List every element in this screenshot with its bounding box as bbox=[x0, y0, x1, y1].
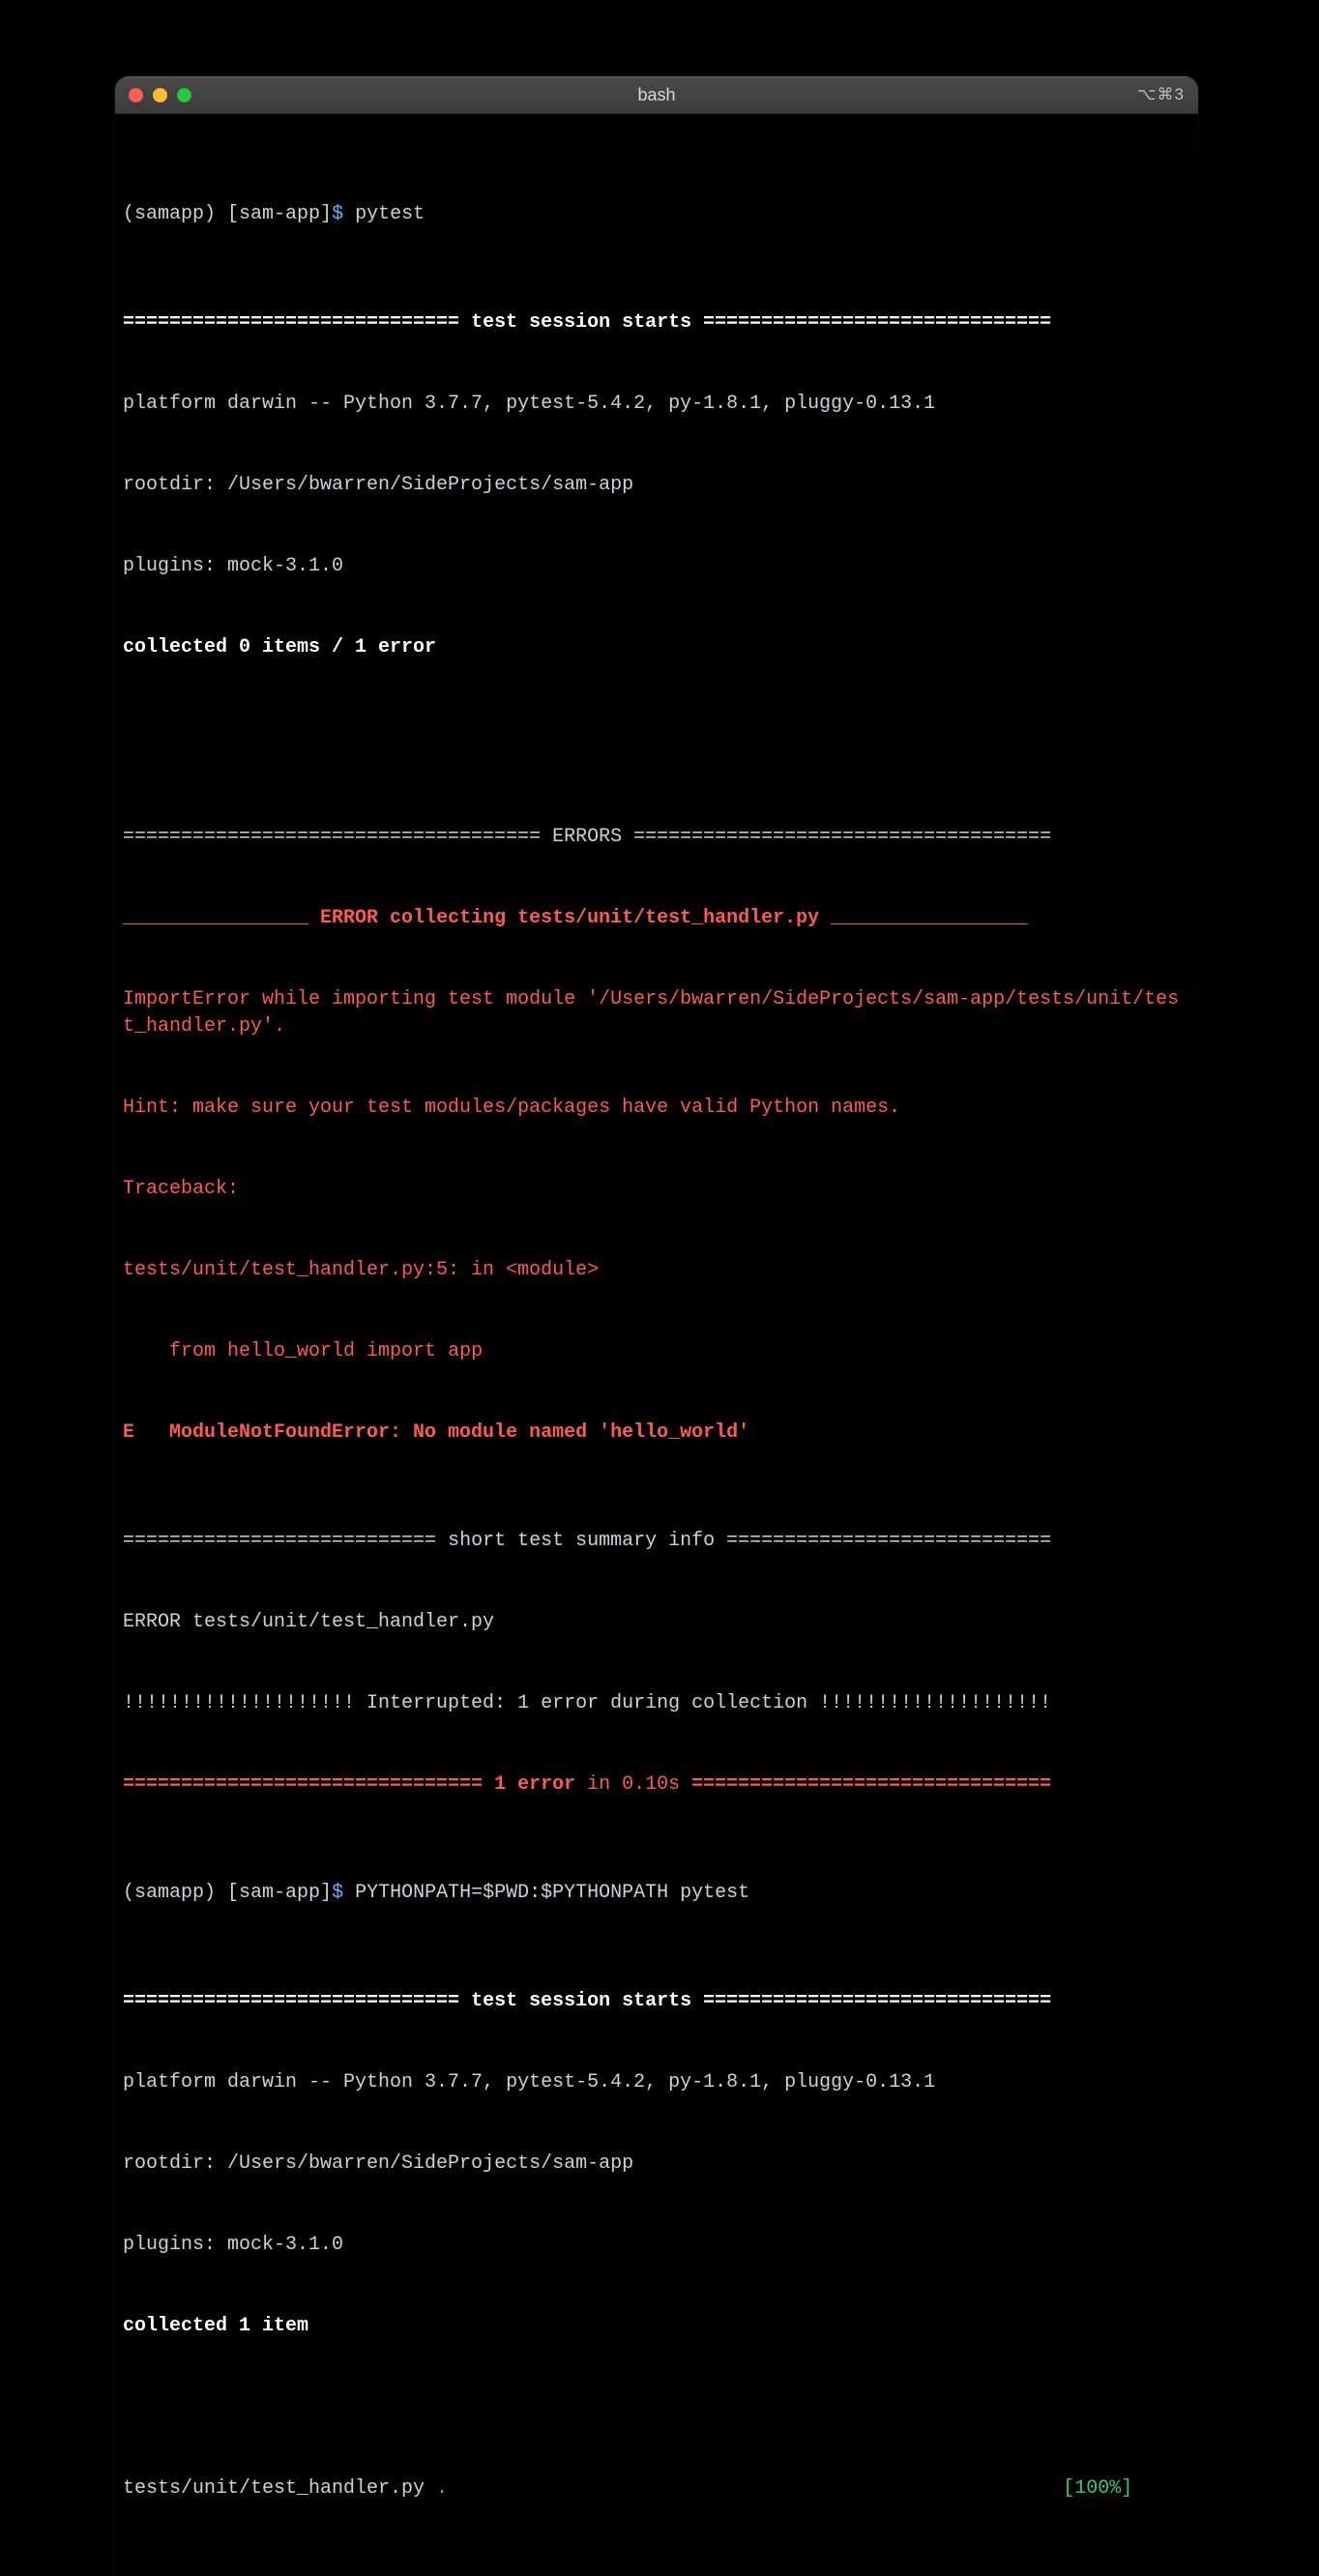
error-subheader: ________________ ERROR collecting tests/… bbox=[123, 905, 1190, 932]
rule-text: ERROR collecting tests/unit/test_handler… bbox=[320, 907, 819, 929]
summary-header: =========================== short test s… bbox=[123, 1528, 1190, 1555]
errors-header: ==================================== ERR… bbox=[123, 824, 1190, 851]
test-progress-line: tests/unit/test_handler.py . [100%] bbox=[123, 2475, 1190, 2503]
blank-line bbox=[123, 2557, 1190, 2576]
prompt-env: (samapp) bbox=[123, 203, 227, 225]
collected-line: collected 0 items / 1 error bbox=[123, 634, 1190, 661]
rule-right: _________________ bbox=[819, 907, 1028, 929]
error-line: Hint: make sure your test modules/packag… bbox=[123, 1095, 1190, 1122]
test-dot: . bbox=[436, 2477, 448, 2500]
rule-right: ==================================== bbox=[622, 826, 1051, 848]
rootdir-line: rootdir: /Users/bwarren/SideProjects/sam… bbox=[123, 2151, 1190, 2178]
prompt-line: (samapp) [sam-app]$ pytest bbox=[123, 201, 1190, 228]
command-text: PYTHONPATH=$PWD:$PYTHONPATH pytest bbox=[355, 1882, 749, 1904]
test-path: tests/unit/test_handler.py bbox=[123, 2477, 436, 2500]
rule-right: ============================== bbox=[691, 311, 1051, 334]
plugins-line: plugins: mock-3.1.0 bbox=[123, 553, 1190, 580]
rule-text: test session starts bbox=[471, 311, 691, 334]
plugins-line: plugins: mock-3.1.0 bbox=[123, 2232, 1190, 2259]
titlebar: bash ⌥⌘3 bbox=[115, 76, 1198, 114]
collected-line: collected 1 item bbox=[123, 2313, 1190, 2340]
close-icon[interactable] bbox=[129, 88, 143, 102]
rule-left: =============================== bbox=[123, 1773, 494, 1796]
rule-text: test session starts bbox=[471, 1990, 691, 2012]
session-header: ============================= test sessi… bbox=[123, 309, 1190, 337]
error-line: E ModuleNotFoundError: No module named '… bbox=[123, 1420, 1190, 1447]
window-controls bbox=[129, 88, 191, 102]
rule-left: ==================================== bbox=[123, 826, 552, 848]
rule-right: ============================== bbox=[691, 1990, 1051, 2012]
error-line: ImportError while importing test module … bbox=[123, 986, 1190, 1040]
command-text: pytest bbox=[355, 203, 425, 225]
prompt-line: (samapp) [sam-app]$ PYTHONPATH=$PWD:$PYT… bbox=[123, 1880, 1190, 1907]
test-pad bbox=[448, 2477, 1063, 2500]
prompt-sigil: $ bbox=[332, 203, 355, 225]
rule-left: ============================= bbox=[123, 311, 471, 334]
platform-line: platform darwin -- Python 3.7.7, pytest-… bbox=[123, 391, 1190, 418]
session-header: ============================= test sessi… bbox=[123, 1988, 1190, 2015]
zoom-icon[interactable] bbox=[177, 88, 191, 102]
rule-left: ________________ bbox=[123, 907, 320, 929]
blank-line bbox=[123, 2394, 1190, 2421]
interrupt-line: !!!!!!!!!!!!!!!!!!!! Interrupted: 1 erro… bbox=[123, 1690, 1190, 1717]
rule-text: short test summary info bbox=[448, 1530, 715, 1552]
rule-right: ============================ bbox=[715, 1530, 1051, 1552]
error-line: from hello_world import app bbox=[123, 1338, 1190, 1365]
summary-line: ERROR tests/unit/test_handler.py bbox=[123, 1609, 1190, 1636]
prompt-env: (samapp) bbox=[123, 1882, 227, 1904]
error-line: Traceback: bbox=[123, 1176, 1190, 1203]
rule-left: ============================= bbox=[123, 1990, 471, 2012]
terminal-output[interactable]: (samapp) [sam-app]$ pytest =============… bbox=[115, 114, 1198, 2576]
window-title: bash bbox=[115, 85, 1198, 105]
result-count: 1 error bbox=[494, 1773, 575, 1796]
platform-line: platform darwin -- Python 3.7.7, pytest-… bbox=[123, 2069, 1190, 2096]
result-line: =============================== 1 error … bbox=[123, 1771, 1190, 1799]
window-shortcut: ⌥⌘3 bbox=[1137, 85, 1185, 104]
result-time: in 0.10s bbox=[575, 1773, 680, 1796]
test-pct: [100%] bbox=[1063, 2477, 1132, 2500]
error-line: tests/unit/test_handler.py:5: in <module… bbox=[123, 1257, 1190, 1284]
rootdir-line: rootdir: /Users/bwarren/SideProjects/sam… bbox=[123, 472, 1190, 499]
blank-line bbox=[123, 716, 1190, 743]
rule-right: =============================== bbox=[680, 1773, 1051, 1796]
prompt-sigil: $ bbox=[332, 1882, 355, 1904]
terminal-window: bash ⌥⌘3 (samapp) [sam-app]$ pytest ====… bbox=[115, 76, 1198, 2576]
prompt-cwd: [sam-app] bbox=[227, 203, 332, 225]
rule-text: ERRORS bbox=[552, 826, 622, 848]
rule-left: =========================== bbox=[123, 1530, 448, 1552]
prompt-cwd: [sam-app] bbox=[227, 1882, 332, 1904]
minimize-icon[interactable] bbox=[153, 88, 167, 102]
